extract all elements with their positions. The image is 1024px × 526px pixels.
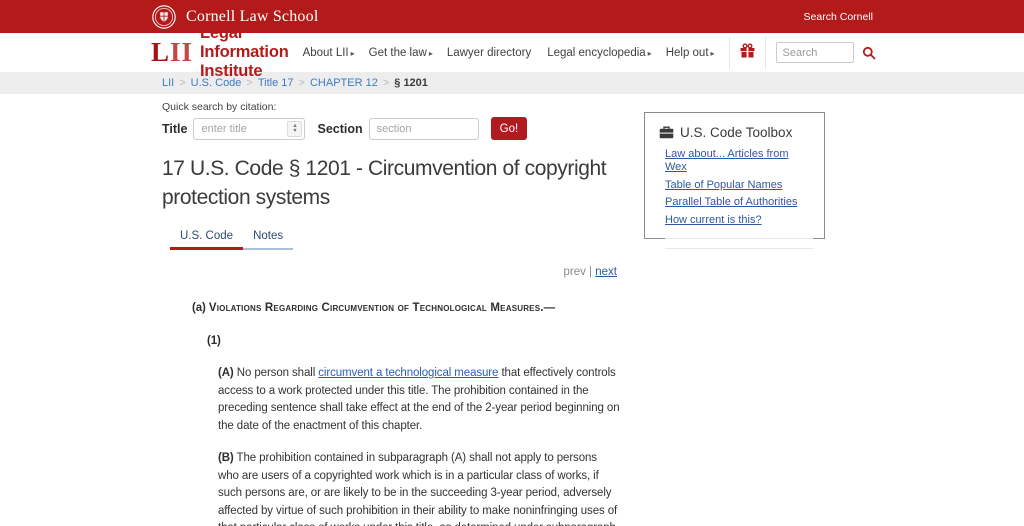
subparagraph-b: (B) The prohibition contained in subpara…: [218, 452, 618, 526]
tab-us-code[interactable]: U.S. Code: [170, 226, 244, 250]
go-button[interactable]: Go!: [490, 117, 528, 140]
breadcrumb-current: § 1201: [394, 77, 428, 89]
header-search: [775, 42, 876, 63]
us-code-toolbox: U.S. Code Toolbox Law about... Articles …: [644, 112, 825, 249]
circumvent-link[interactable]: circumvent a technological measure: [318, 367, 498, 379]
pager-separator: |: [589, 266, 593, 278]
nav-lawyer-directory[interactable]: Lawyer directory: [447, 47, 533, 59]
statute-text: (a) Violations Regarding Circumvention o…: [162, 300, 651, 526]
breadcrumb-us-code[interactable]: U.S. Code: [191, 77, 242, 89]
caret-right-icon: ▸: [647, 48, 652, 58]
breadcrumb-chapter-12[interactable]: CHAPTER 12: [310, 77, 378, 89]
breadcrumb-separator: >: [179, 77, 186, 89]
title-stepper[interactable]: ▲ ▼: [287, 120, 303, 137]
search-cornell-link[interactable]: Search Cornell: [804, 11, 873, 23]
cornell-school-name[interactable]: Cornell Law School: [186, 8, 318, 26]
header-search-input[interactable]: [775, 42, 854, 63]
lii-logo-l: L: [151, 37, 171, 67]
gift-icon[interactable]: [728, 36, 766, 69]
breadcrumb-bar: LII > U.S. Code > Title 17 > CHAPTER 12 …: [0, 72, 1024, 94]
breadcrumb-separator: >: [382, 77, 390, 89]
toolbox-link-popular-names[interactable]: Table of Popular Names: [665, 179, 782, 192]
nav-legal-encyclopedia[interactable]: Legal encyclopedia ▸: [547, 47, 651, 59]
title-field-label: Title: [162, 121, 188, 136]
lii-header: LII Legal Information Institute About LI…: [0, 24, 1024, 80]
breadcrumb-separator: >: [298, 77, 305, 89]
breadcrumb-title-17[interactable]: Title 17: [258, 77, 294, 89]
subparagraph-a: (A) No person shall circumvent a technol…: [218, 367, 620, 432]
content-area: Quick search by citation: Title ▲▼ Secti…: [151, 94, 873, 526]
prev-link[interactable]: prev: [563, 266, 585, 278]
tab-notes[interactable]: Notes: [243, 226, 294, 250]
main-column: 17 U.S. Code § 1201 - Circumvention of c…: [151, 154, 651, 526]
section-input[interactable]: [368, 117, 479, 140]
caret-right-icon: ▸: [428, 48, 433, 58]
toolbox-link-parallel-table[interactable]: Parallel Table of Authorities: [665, 196, 798, 209]
briefcase-icon: [659, 126, 674, 139]
prev-next-pager: prev | next: [162, 266, 617, 278]
main-nav: About LII ▸ Get the law ▸ Lawyer directory…: [289, 36, 876, 69]
breadcrumb-separator: >: [246, 77, 253, 89]
tab-bar: U.S. Code Notes: [170, 226, 651, 250]
toolbox-link-how-current[interactable]: How current is this?: [665, 214, 762, 227]
nav-about-lii[interactable]: About LII ▸: [303, 47, 355, 59]
next-link[interactable]: next: [595, 266, 617, 278]
caret-right-icon: ▸: [710, 48, 715, 58]
toolbox-divider: [665, 238, 813, 239]
search-icon[interactable]: [862, 46, 876, 60]
toolbox-link-wex[interactable]: Law about... Articles from Wex: [665, 148, 812, 174]
toolbox-title: U.S. Code Toolbox: [680, 125, 793, 140]
toolbox-title-row: U.S. Code Toolbox: [659, 125, 812, 140]
breadcrumb: LII > U.S. Code > Title 17 > CHAPTER 12 …: [151, 72, 873, 94]
toolbox-divider: [665, 248, 813, 249]
section-a-heading: (a) Violations Regarding Circumvention o…: [192, 302, 556, 314]
nav-help-out[interactable]: Help out ▸: [666, 47, 715, 59]
page-title: 17 U.S. Code § 1201 - Circumvention of c…: [162, 157, 607, 209]
lii-logo-ii: II: [170, 37, 194, 67]
nav-get-the-law[interactable]: Get the law ▸: [369, 47, 433, 59]
paragraph-1-label: (1): [207, 334, 221, 347]
caret-right-icon: ▸: [350, 48, 355, 58]
section-field-label: Section: [317, 121, 363, 136]
breadcrumb-lii[interactable]: LII: [162, 77, 174, 89]
